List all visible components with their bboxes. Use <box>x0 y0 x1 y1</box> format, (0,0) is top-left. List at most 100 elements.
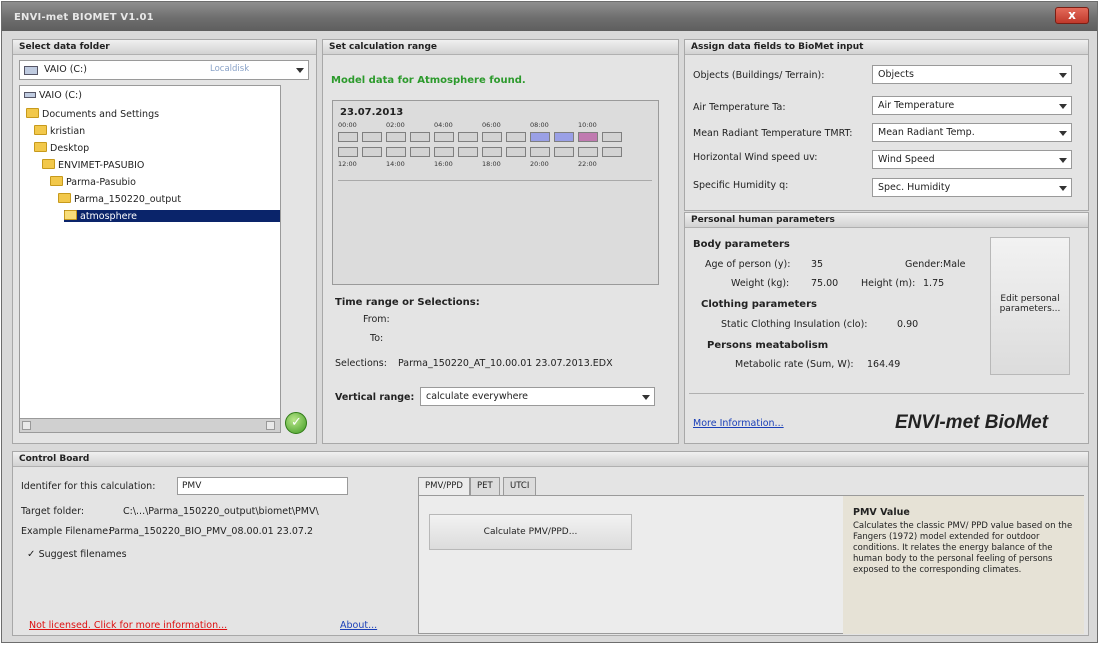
time-slot-button-current[interactable] <box>578 132 598 142</box>
from-label: From: <box>363 314 390 325</box>
folder-open-icon <box>64 210 77 220</box>
time-slot-button-selected[interactable] <box>530 132 550 142</box>
folder-icon <box>26 108 39 118</box>
assign-label-air-temp: Air Temperature Ta: <box>693 102 786 113</box>
weight-value: 75.00 <box>811 278 839 289</box>
age-label: Age of person (y): <box>705 259 791 270</box>
time-slot-button[interactable] <box>410 147 430 157</box>
time-slot-button[interactable] <box>362 132 382 142</box>
tree-item-output[interactable]: Parma_150220_output <box>58 193 181 205</box>
time-slot-button[interactable] <box>338 147 358 157</box>
tree-item-documents[interactable]: Documents and Settings <box>26 108 159 120</box>
air-temperature-select[interactable]: Air Temperature <box>872 96 1072 115</box>
time-slot-button[interactable] <box>530 147 550 157</box>
tab-utci[interactable]: UTCI <box>503 477 537 495</box>
time-slot-button[interactable] <box>554 147 574 157</box>
time-slot-button[interactable] <box>482 147 502 157</box>
objects-select[interactable]: Objects <box>872 65 1072 84</box>
clothing-params-title: Clothing parameters <box>701 299 817 310</box>
drive-select[interactable]: VAIO (C:) Localdisk <box>19 60 309 80</box>
time-slot-button[interactable] <box>458 132 478 142</box>
assign-panel: Assign data fields to BioMet input Objec… <box>684 39 1089 211</box>
time-slot-button[interactable] <box>338 132 358 142</box>
tick-label: 02:00 <box>386 121 405 129</box>
folder-icon <box>58 193 71 203</box>
biomet-window: ENVI-met BIOMET V1.01 x Select data fold… <box>1 1 1098 643</box>
folder-icon <box>50 176 63 186</box>
gender-value: Male <box>943 259 966 270</box>
vertical-range-select[interactable]: calculate everywhere <box>420 387 655 406</box>
time-slot-button[interactable] <box>482 132 502 142</box>
time-slot-button-selected[interactable] <box>554 132 574 142</box>
time-selector: 23.07.2013 00:00 02:00 04:00 06:00 08:00… <box>332 100 659 285</box>
time-range-title: Time range or Selections: <box>335 297 480 308</box>
scroll-right-icon[interactable] <box>266 421 275 430</box>
time-slot-button[interactable] <box>410 132 430 142</box>
chevron-down-icon <box>1059 186 1067 191</box>
checkmark-icon: ✓ <box>27 549 36 560</box>
brand-logo: ENVI-met BioMet <box>895 412 1049 433</box>
time-slot-button[interactable] <box>506 132 526 142</box>
personal-header: Personal human parameters <box>685 213 1088 228</box>
metabolism-title: Persons meatabolism <box>707 340 829 351</box>
clothing-label: Static Clothing Insulation (clo): <box>721 319 868 330</box>
time-slot-button[interactable] <box>602 147 622 157</box>
assign-label-humidity: Specific Humidity q: <box>693 180 789 191</box>
close-button[interactable]: x <box>1055 7 1089 24</box>
more-info-link[interactable]: More Information... <box>693 418 784 429</box>
time-slot-button[interactable] <box>506 147 526 157</box>
time-slot-button[interactable] <box>362 147 382 157</box>
horizontal-scrollbar[interactable] <box>19 418 281 433</box>
time-slot-button[interactable] <box>434 147 454 157</box>
humidity-select[interactable]: Spec. Humidity <box>872 178 1072 197</box>
data-folder-header: Select data folder <box>13 40 316 55</box>
about-link[interactable]: About... <box>340 620 377 631</box>
height-label: Height (m): <box>861 278 916 289</box>
selections-value: Parma_150220_AT_10.00.01 23.07.2013.EDX <box>398 358 613 369</box>
folder-icon <box>34 142 47 152</box>
folder-tree[interactable]: VAIO (C:) Documents and Settings kristia… <box>19 85 281 433</box>
time-slot-button[interactable] <box>434 132 454 142</box>
chevron-down-icon <box>1059 104 1067 109</box>
chevron-down-icon <box>296 68 304 73</box>
confirm-folder-icon[interactable]: ✓ <box>285 412 307 434</box>
body-params-title: Body parameters <box>693 239 790 250</box>
time-slot-button[interactable] <box>386 132 406 142</box>
tree-item-envimet-pasubio[interactable]: ENVIMET-PASUBIO <box>42 159 144 171</box>
time-slot-button[interactable] <box>602 132 622 142</box>
chevron-down-icon <box>1059 131 1067 136</box>
calculate-pmv-button[interactable]: Calculate PMV/PPD... <box>429 514 632 550</box>
scroll-left-icon[interactable] <box>22 421 31 430</box>
chevron-down-icon <box>1059 158 1067 163</box>
info-text: Calculates the classic PMV/ PPD value ba… <box>853 521 1073 575</box>
mean-radiant-temp-select[interactable]: Mean Radiant Temp. <box>872 123 1072 142</box>
method-tabs: PMV/PPD PET UTCI Calculate PMV/PPD... PM… <box>418 477 1084 634</box>
tree-item-desktop[interactable]: Desktop <box>34 142 89 154</box>
window-title: ENVI-met BIOMET V1.01 <box>14 12 154 23</box>
to-label: To: <box>370 333 384 344</box>
metabolic-rate-label: Metabolic rate (Sum, W): <box>735 359 854 370</box>
identifier-input[interactable]: PMV <box>177 477 348 495</box>
tree-item-parma-pasubio[interactable]: Parma-Pasubio <box>50 176 136 188</box>
suggest-filenames-checkbox[interactable]: ✓ Suggest filenames <box>27 549 127 560</box>
target-folder-value: C:\...\Parma_150220_output\biomet\PMV\ <box>123 506 319 517</box>
time-slot-button[interactable] <box>386 147 406 157</box>
license-link[interactable]: Not licensed. Click for more information… <box>29 620 227 631</box>
tab-pet[interactable]: PET <box>470 477 500 495</box>
time-slot-button[interactable] <box>458 147 478 157</box>
time-slot-button[interactable] <box>578 147 598 157</box>
tree-item-drive[interactable]: VAIO (C:) <box>24 90 82 101</box>
example-filename-label: Example Filename: <box>21 526 112 537</box>
edit-personal-button[interactable]: Edit personal parameters... <box>990 237 1070 375</box>
tab-content: Calculate PMV/PPD... PMV Value Calculate… <box>418 495 1084 634</box>
wind-speed-select[interactable]: Wind Speed <box>872 150 1072 169</box>
tab-pmv-ppd[interactable]: PMV/PPD <box>418 477 470 495</box>
selections-label: Selections: <box>335 358 387 369</box>
chevron-down-icon <box>642 395 650 400</box>
gender-label: Gender: <box>905 259 944 270</box>
tick-label: 12:00 <box>338 160 357 168</box>
drive-type: Localdisk <box>210 64 250 74</box>
tree-item-atmosphere[interactable]: atmosphere <box>64 210 280 222</box>
tree-item-kristian[interactable]: kristian <box>34 125 85 137</box>
tick-label: 10:00 <box>578 121 597 129</box>
